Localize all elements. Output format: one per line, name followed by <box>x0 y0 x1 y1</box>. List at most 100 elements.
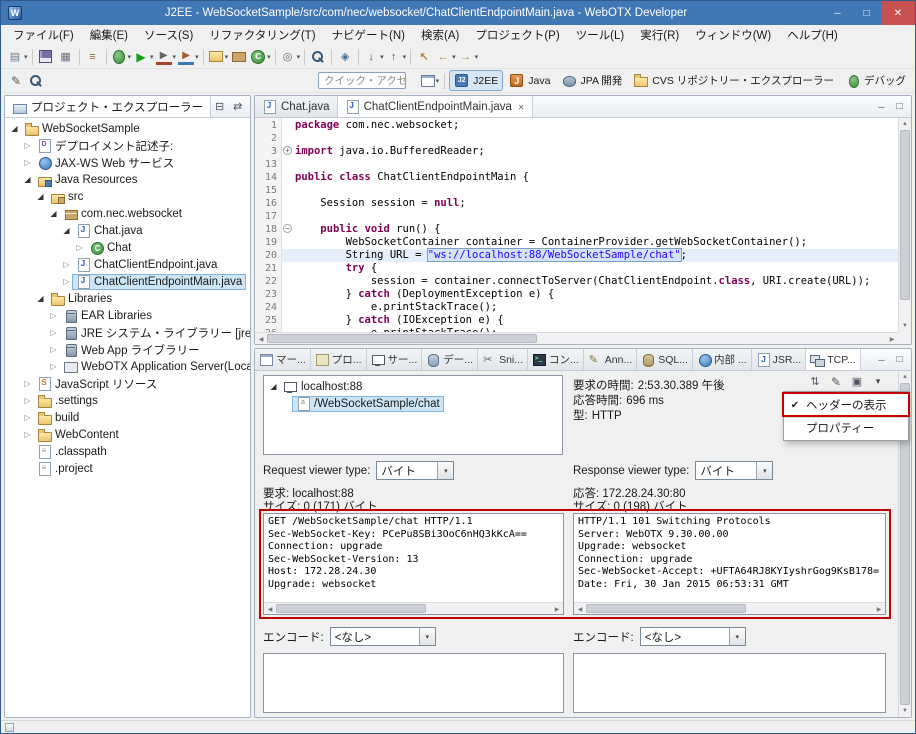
minimize-view-button[interactable] <box>873 351 890 368</box>
code-line[interactable]: 18− public void run() { <box>255 223 898 236</box>
new-class-button[interactable] <box>249 47 272 67</box>
tree-twistie-icon[interactable] <box>22 413 33 422</box>
tab-annotations[interactable]: Ann... <box>584 349 637 370</box>
code-line[interactable]: 1package com.nec.websocket; <box>255 119 898 132</box>
perspective-java[interactable]: Java <box>504 70 555 91</box>
link-with-editor-button[interactable] <box>229 98 246 115</box>
last-edit-location-button[interactable] <box>414 47 434 67</box>
monitor-request-item[interactable]: /WebSocketSample/chat <box>264 395 562 412</box>
menu-item[interactable]: ツール(L) <box>568 25 633 45</box>
scroll-right-icon[interactable] <box>551 603 563 615</box>
scrollbar-thumb[interactable] <box>276 604 426 613</box>
tree-item-ear-libraries[interactable]: EAR Libraries <box>5 307 250 324</box>
open-task-button[interactable] <box>279 47 302 67</box>
fold-plus-icon[interactable]: + <box>283 146 292 155</box>
menu-item[interactable]: ナビゲート(N) <box>324 25 413 45</box>
tree-item-chatclientendpoint-java[interactable]: ChatClientEndpoint.java <box>5 256 250 273</box>
view-menu-button[interactable] <box>869 373 887 390</box>
code-line[interactable]: 14public class ChatClientEndpointMain { <box>255 171 898 184</box>
menu-item[interactable]: 実行(R) <box>632 25 687 45</box>
annotate-button[interactable] <box>6 71 26 91</box>
tree-item-websocketsample[interactable]: WebSocketSample <box>5 120 250 137</box>
menu-item[interactable]: ウィンドウ(W) <box>687 25 779 45</box>
collapse-all-button[interactable] <box>211 98 228 115</box>
edit-request-button[interactable] <box>827 373 845 390</box>
close-button[interactable] <box>881 1 915 25</box>
menu-item-show-headers[interactable]: ヘッダーの表示 <box>784 394 908 415</box>
new-java-project-button[interactable] <box>207 47 230 67</box>
tree-twistie-icon[interactable] <box>74 243 85 252</box>
project-explorer-tab[interactable]: プロジェクト・エクスプローラー <box>5 96 211 117</box>
save-button[interactable] <box>36 47 56 67</box>
tab-markers[interactable]: マー... <box>255 349 311 370</box>
response-encoding-select[interactable]: <なし> <box>640 627 746 646</box>
code-line[interactable]: 3+import java.io.BufferedReader; <box>255 145 898 158</box>
tree-twistie-icon[interactable] <box>22 430 33 439</box>
tree-item-web-app-library[interactable]: Web App ライブラリー <box>5 341 250 358</box>
status-icon[interactable] <box>5 723 14 732</box>
tree-twistie-icon[interactable] <box>35 192 46 201</box>
tree-item-libraries[interactable]: Libraries <box>5 290 250 307</box>
response-content-pane[interactable]: HTTP/1.1 101 Switching Protocols Server:… <box>573 513 886 615</box>
tree-twistie-icon[interactable] <box>22 141 33 150</box>
scroll-down-icon[interactable] <box>899 705 911 717</box>
mark-occurrences-button[interactable] <box>335 47 355 67</box>
tree-item-webcontent[interactable]: WebContent <box>5 426 250 443</box>
tree-twistie-icon[interactable] <box>48 311 59 320</box>
response-horizontal-scrollbar[interactable] <box>574 602 885 614</box>
code-line[interactable]: 15 <box>255 184 898 197</box>
scroll-up-icon[interactable] <box>899 371 911 383</box>
tree-item-webotx-application-server[interactable]: WebOTX Application Server(Local) <box>5 358 250 375</box>
tree-twistie-icon[interactable] <box>35 294 46 303</box>
build-all-button[interactable] <box>83 47 103 67</box>
tab-chatclientendpointmain-java[interactable]: ChatClientEndpointMain.java <box>338 96 533 117</box>
scroll-right-icon[interactable] <box>873 603 885 615</box>
code-line[interactable]: 19 WebSocketContainer container = Contai… <box>255 236 898 249</box>
menu-item[interactable]: リファクタリング(T) <box>201 25 323 45</box>
tree-item-chat-java[interactable]: Chat.java <box>5 222 250 239</box>
editor-horizontal-scrollbar[interactable] <box>255 332 898 344</box>
maximize-editor-button[interactable] <box>891 98 908 115</box>
perspective-cvs[interactable]: CVS リポジトリー・エクスプローラー <box>628 70 839 91</box>
response-viewer-type-select[interactable]: バイト <box>695 461 773 480</box>
new-package-button[interactable] <box>229 47 249 67</box>
scrollbar-thumb[interactable] <box>586 604 746 613</box>
tab-sql-results[interactable]: SQL... <box>637 349 693 370</box>
tab-snippets[interactable]: Sni... <box>478 349 528 370</box>
forward-button[interactable] <box>457 47 480 67</box>
tree-twistie-icon[interactable] <box>61 277 72 286</box>
scroll-left-icon[interactable] <box>255 333 267 344</box>
request-horizontal-scrollbar[interactable] <box>264 602 563 614</box>
code-line[interactable]: 2 <box>255 132 898 145</box>
view-menu-button[interactable] <box>247 98 251 115</box>
request-decoded-pane[interactable] <box>263 653 564 713</box>
new-wizard-button[interactable] <box>6 47 29 67</box>
menu-item[interactable]: ヘルプ(H) <box>779 25 845 45</box>
tree-twistie-icon[interactable] <box>22 379 33 388</box>
tree-item-chat-class[interactable]: Chat <box>5 239 250 256</box>
pin-view-button[interactable] <box>848 373 866 390</box>
perspective-debug[interactable]: デバッグ <box>840 70 911 91</box>
code-line[interactable]: 25 } catch (IOException e) { <box>255 314 898 327</box>
tab-console[interactable]: コン... <box>528 349 584 370</box>
request-viewer-type-select[interactable]: バイト <box>376 461 454 480</box>
debug-button[interactable] <box>110 47 133 67</box>
coverage-button[interactable] <box>155 47 178 67</box>
sort-by-time-button[interactable] <box>806 373 824 390</box>
back-button[interactable] <box>434 47 457 67</box>
tree-twistie-icon[interactable] <box>61 260 72 269</box>
code-line[interactable]: 16 Session session = null; <box>255 197 898 210</box>
close-tab-icon[interactable] <box>518 101 525 113</box>
perspective-j2ee[interactable]: J2EE <box>449 70 503 91</box>
tree-twistie-icon[interactable] <box>22 396 33 405</box>
tree-item-build[interactable]: build <box>5 409 250 426</box>
tree-item-package-com-nec-websocket[interactable]: com.nec.websocket <box>5 205 250 222</box>
scroll-left-icon[interactable] <box>574 603 586 615</box>
tree-twistie-icon[interactable] <box>22 175 33 184</box>
scrollbar-thumb[interactable] <box>267 334 537 343</box>
tree-twistie-icon[interactable] <box>48 345 59 354</box>
tab-chat-java[interactable]: Chat.java <box>255 96 338 117</box>
tab-servers[interactable]: サー... <box>367 349 423 370</box>
quick-search-button[interactable] <box>26 71 46 91</box>
scroll-right-icon[interactable] <box>886 333 898 344</box>
